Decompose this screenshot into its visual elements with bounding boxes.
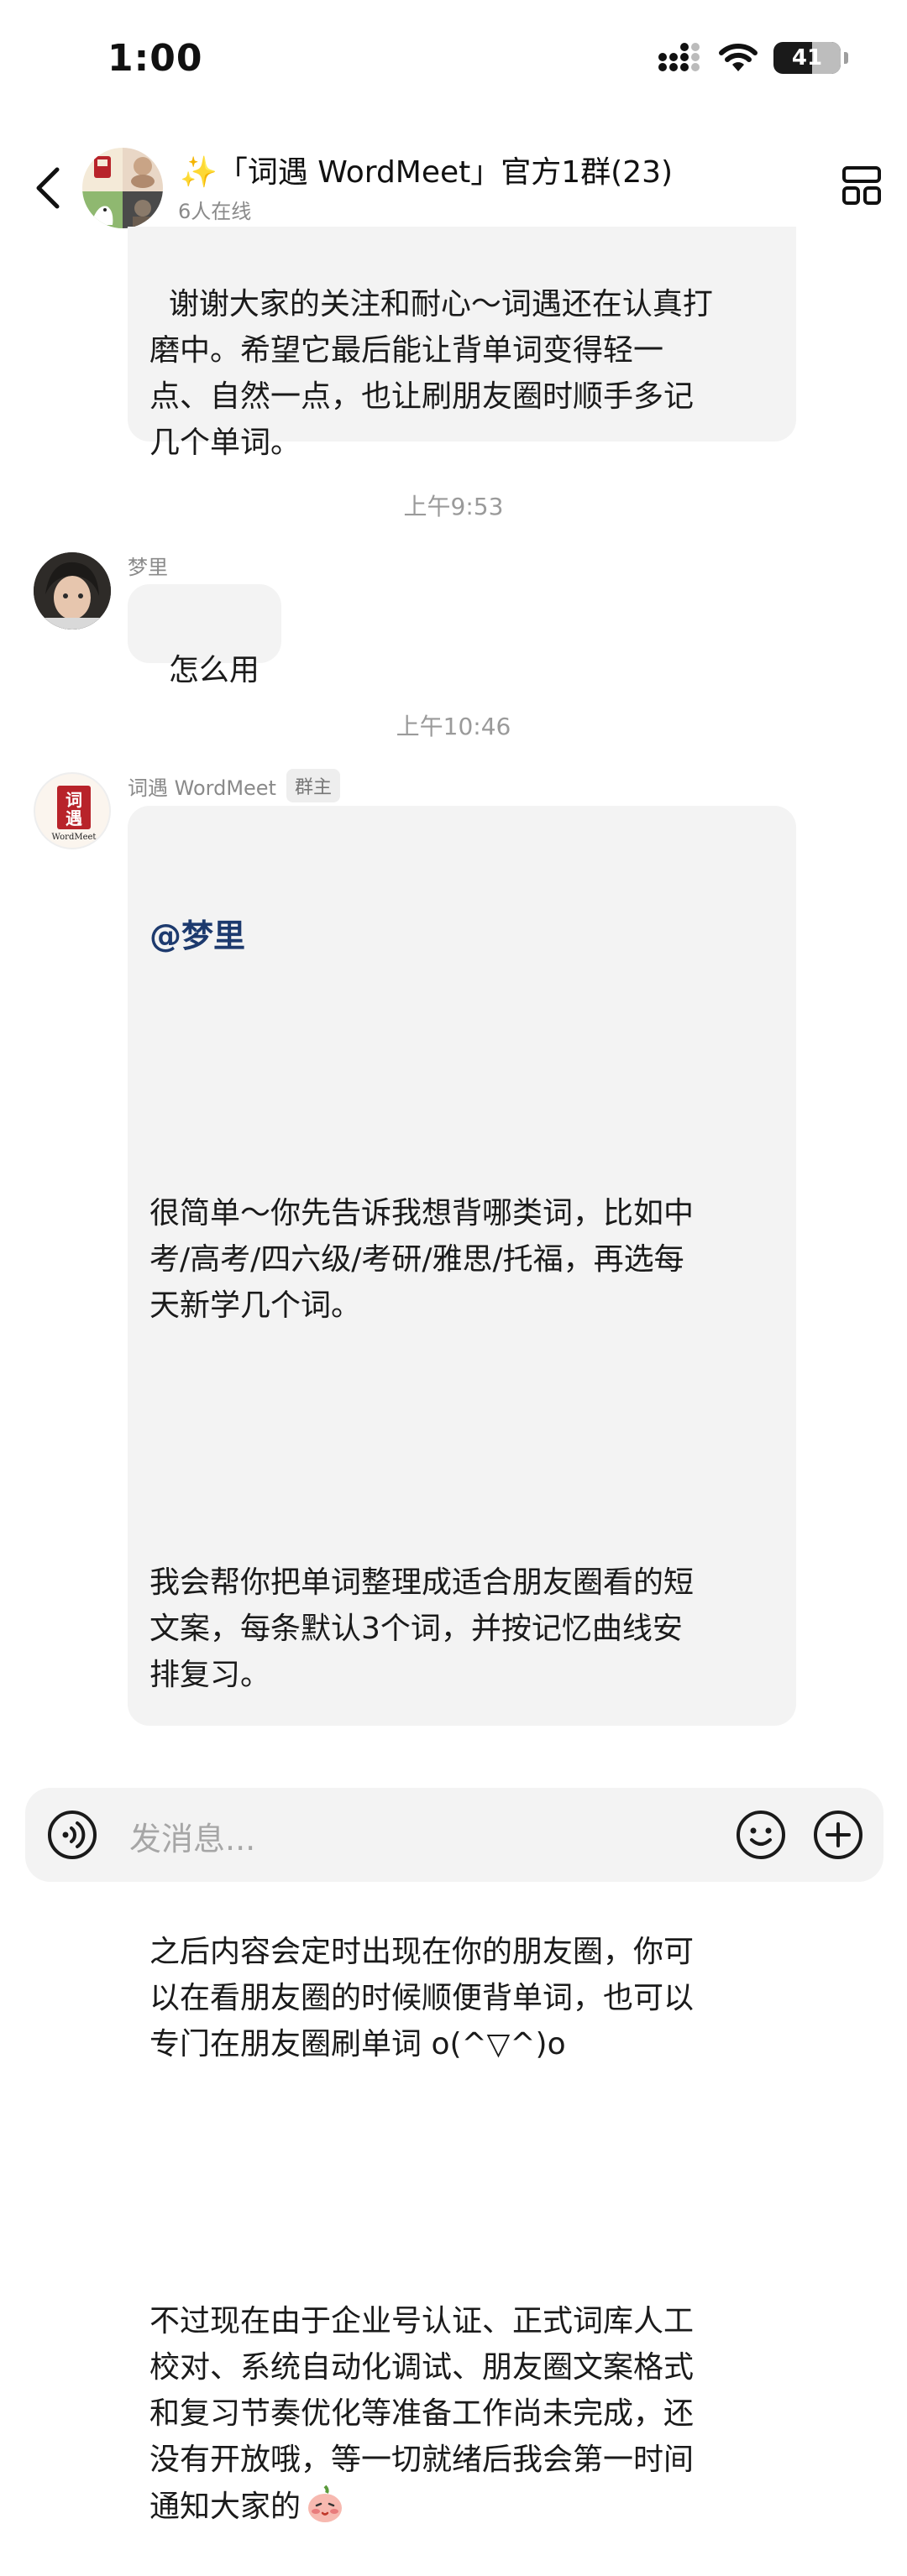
wordmeet-logo: 词 遇 WordMeet — [52, 786, 97, 842]
message-text: 怎么用 — [168, 653, 260, 687]
message-paragraph: 不过现在由于企业号认证、正式词库人工 校对、系统自动化调试、朋友圈文案格式 和复… — [149, 2304, 695, 2524]
message-paragraph: 之后内容会定时出现在你的朋友圈，你可 以在看朋友圈的时候顺便背单词，也可以 专门… — [149, 1935, 695, 2061]
emoji-icon[interactable] — [736, 1810, 786, 1860]
logo-caption: WordMeet — [52, 833, 97, 842]
sender-name: 梦里 — [128, 551, 168, 580]
sender-name-text: 词遇 WordMeet — [128, 776, 276, 800]
logo-text-bottom: 遇 — [66, 808, 82, 828]
voice-button[interactable] — [47, 1810, 97, 1863]
avatar[interactable] — [34, 552, 111, 630]
emoji-button[interactable] — [736, 1810, 786, 1863]
blush-emoji-icon — [308, 2485, 343, 2522]
timestamp: 上午10:46 — [396, 713, 511, 740]
message-bubble: 怎么用 — [128, 584, 281, 687]
sender-name: 词遇 WordMeet 群主 — [128, 769, 340, 802]
plus-button[interactable] — [813, 1810, 863, 1863]
message-paragraph: 很简单～你先告诉我想背哪类词，比如中 考/高考/四六级/考研/雅思/托福，再选每… — [149, 1196, 695, 1323]
battery-level: 41 — [791, 45, 823, 71]
message-bubble: @梦里 很简单～你先告诉我想背哪类词，比如中 考/高考/四六级/考研/雅思/托福… — [128, 806, 796, 2524]
header-mask — [0, 0, 907, 242]
voice-icon[interactable] — [47, 1810, 97, 1860]
logo-text-top: 词 — [66, 790, 82, 810]
message-paragraph-last: 不过现在由于企业号认证、正式词库人工 校对、系统自动化调试、朋友圈文案格式 和复… — [149, 2298, 774, 2530]
owner-badge: 群主 — [286, 769, 340, 802]
avatar[interactable]: 词 遇 WordMeet — [34, 772, 111, 849]
message-bubble: 谢谢大家的关注和耐心～词遇还在认真打 磨中。希望它最后能让背单词变得轻一 点、自… — [128, 227, 796, 460]
message-input[interactable]: 发消息... — [129, 1813, 255, 1859]
message-text: 谢谢大家的关注和耐心～词遇还在认真打 磨中。希望它最后能让背单词变得轻一 点、自… — [149, 287, 713, 460]
sender-name-text: 梦里 — [128, 556, 168, 579]
plus-icon[interactable] — [813, 1810, 863, 1860]
timestamp: 上午9:53 — [403, 493, 504, 520]
message-paragraph: 我会帮你把单词整理成适合朋友圈看的短 文案，每条默认3个词，并按记忆曲线安 排复… — [149, 1565, 695, 1692]
mention-link[interactable]: @梦里 — [149, 913, 774, 959]
